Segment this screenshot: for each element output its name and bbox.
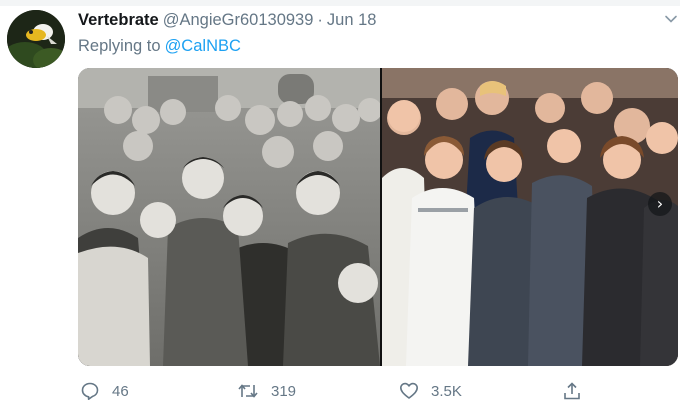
caret-down-icon[interactable] [664,12,678,26]
separator-dot: · [317,11,323,29]
like-count: 3.5K [431,382,462,400]
tweet-actions: 46 319 3.5K [0,376,680,406]
avatar[interactable] [7,10,65,68]
reply-mention-link[interactable]: @CalNBC [165,37,241,55]
top-divider [0,0,680,6]
replying-to: Replying to @CalNBC [78,35,241,57]
like-icon [400,382,418,399]
tweet-media[interactable]: › [78,68,678,366]
user-handle[interactable]: @AngieGr60130939 [163,11,314,29]
tweet-header: Vertebrate @AngieGr60130939 · Jun 18 [78,9,376,31]
reply-button[interactable]: 46 [80,376,129,406]
replying-to-label: Replying to [78,37,161,55]
retweet-button[interactable]: 319 [237,376,296,406]
share-icon [564,382,580,400]
retweet-count: 319 [271,382,297,400]
display-name[interactable]: Vertebrate [78,11,159,29]
tweet-date[interactable]: Jun 18 [327,11,377,29]
photo-right[interactable] [382,68,678,366]
retweet-icon [238,384,258,398]
reply-icon [81,382,99,400]
like-button[interactable]: 3.5K [399,376,462,406]
share-button[interactable] [562,376,582,406]
chevron-right-icon[interactable]: › [648,192,672,216]
photo-left[interactable] [78,68,380,366]
reply-count: 46 [112,382,129,400]
